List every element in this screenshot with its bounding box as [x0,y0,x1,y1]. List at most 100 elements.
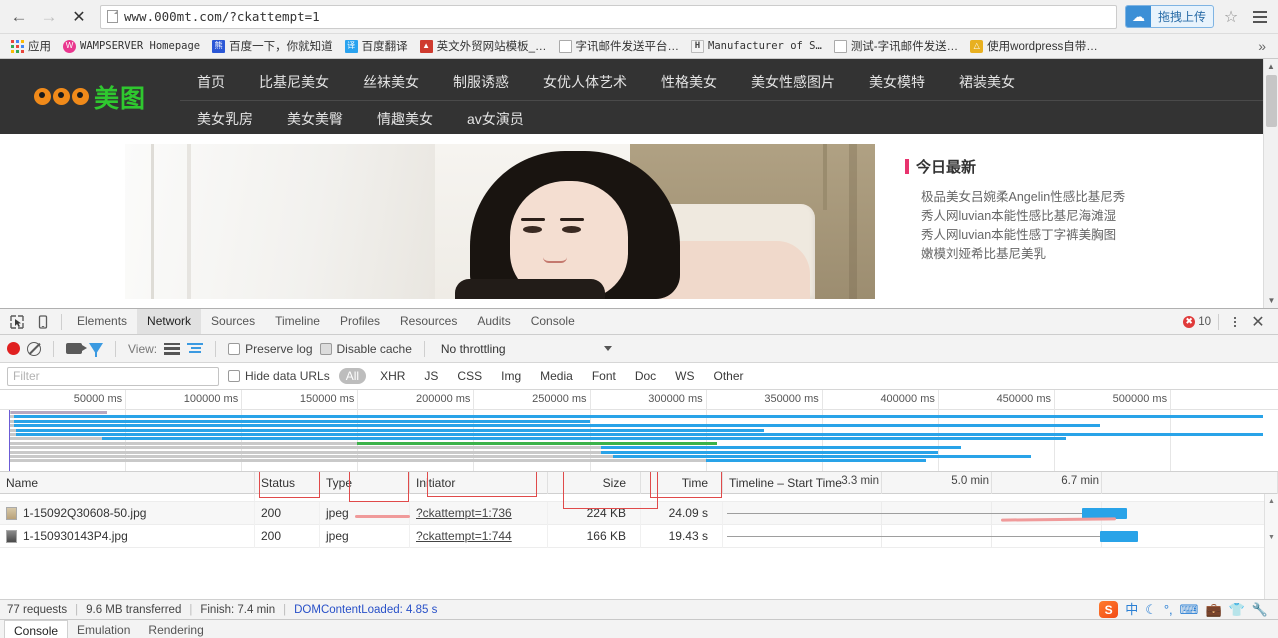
devtools-more-options-icon[interactable] [1226,316,1244,327]
record-button[interactable] [7,342,20,355]
moon-icon[interactable]: ☾ [1145,603,1157,616]
scroll-down-icon[interactable]: ▼ [1264,293,1278,308]
drawer-tab-console[interactable]: Console [4,619,69,638]
tab-console[interactable]: Console [521,309,585,334]
filter-type-font[interactable]: Font [587,368,621,384]
scroll-up-icon[interactable]: ▲ [1265,494,1278,508]
forward-button[interactable]: → [36,4,62,30]
sogou-logo-icon[interactable]: S [1099,601,1119,618]
table-row[interactable]: 1-15092Q30608-50.jpg 200 jpeg ?ckattempt… [0,501,1278,525]
hide-data-urls-checkbox[interactable]: Hide data URLs [228,369,330,383]
column-header-timeline[interactable]: Timeline – Start Time [723,472,1278,494]
inspect-element-icon[interactable] [4,310,30,334]
tab-audits[interactable]: Audits [467,309,520,334]
view-list-icon[interactable] [164,342,181,355]
filter-type-js[interactable]: JS [419,368,443,384]
request-name-cell[interactable]: 1-150930143P4.jpg [0,524,255,548]
bookmark-wampserver[interactable]: W WAMPSERVER Homepage [58,38,205,55]
site-logo[interactable]: 美图 [0,59,180,134]
disable-cache-checkbox[interactable]: Disable cache [319,342,412,356]
nav-item-sexy-photos[interactable]: 美女性感图片 [734,64,852,100]
bookmark-test-zixun-mail[interactable]: 测试-字讯邮件发送… [829,36,963,56]
list-item[interactable]: 嫩模刘娅希比基尼美乳 [905,241,1046,267]
table-scrollbar[interactable]: ▲ ▼ [1264,494,1278,599]
column-header-name[interactable]: Name [0,472,255,494]
filter-type-other[interactable]: Other [709,368,749,384]
close-devtools-icon[interactable]: ✕ [1246,312,1270,332]
address-bar[interactable]: www.000mt.com/?ckattempt=1 [100,4,1117,29]
device-toolbar-icon[interactable] [30,310,56,334]
scroll-down-icon[interactable]: ▼ [1265,530,1278,544]
chinese-mode-icon[interactable]: 中 [1125,603,1138,616]
filter-type-ws[interactable]: WS [670,368,699,384]
bookmarks-overflow-icon[interactable]: » [1252,38,1272,54]
column-header-time[interactable]: Time [641,472,723,494]
checkbox-box[interactable] [228,370,240,382]
bookmark-baidu[interactable]: 熊 百度一下，你就知道 [207,36,338,56]
hero-banner[interactable] [125,144,875,299]
nav-item-hips[interactable]: 美女美臀 [270,101,360,137]
filter-icon[interactable] [89,343,103,357]
preserve-log-checkbox[interactable]: Preserve log [228,342,313,356]
bookmark-zixun-mail-platform[interactable]: 字讯邮件发送平台… [554,36,685,56]
nav-item-personality[interactable]: 性格美女 [644,64,734,100]
nav-item-av-actress[interactable]: av女演员 [450,101,541,137]
table-row[interactable]: 1-150930143P4.jpg 200 jpeg ?ckattempt=1:… [0,524,1278,548]
filter-type-media[interactable]: Media [535,368,578,384]
bookmark-wordpress[interactable]: △ 使用wordpress自带… [965,36,1103,56]
initiator-link[interactable]: ?ckattempt=1:744 [416,529,512,543]
bookmark-apps[interactable]: 应用 [6,36,56,56]
checkbox-box[interactable] [228,342,241,355]
column-header-type[interactable]: Type [320,472,410,494]
nav-item-home[interactable]: 首页 [180,64,242,100]
nav-item-body-art[interactable]: 女优人体艺术 [526,64,644,100]
nav-item-fun[interactable]: 情趣美女 [360,101,450,137]
view-waterfall-icon[interactable] [187,342,204,355]
nav-item-skirts[interactable]: 裙装美女 [942,64,1032,100]
nav-item-stockings[interactable]: 丝袜美女 [346,64,436,100]
request-initiator[interactable]: ?ckattempt=1:736 [410,501,548,525]
filter-type-xhr[interactable]: XHR [375,368,410,384]
nav-item-uniform[interactable]: 制服诱惑 [436,64,526,100]
filter-input[interactable] [7,366,219,386]
back-button[interactable]: ← [6,4,32,30]
column-header-initiator[interactable]: Initiator [410,472,548,494]
punctuation-icon[interactable]: °, [1164,603,1173,616]
capture-screenshots-icon[interactable] [66,343,87,354]
checkbox-box[interactable] [319,342,332,355]
column-header-status[interactable]: Status [255,472,320,494]
skin-icon[interactable]: 👕 [1229,603,1245,616]
wrench-icon[interactable]: 🔧 [1252,603,1268,616]
nav-item-models[interactable]: 美女模特 [852,64,942,100]
bookmark-foreign-trade-template[interactable]: ▲ 英文外贸网站模板_… [415,36,552,56]
nav-item-chest[interactable]: 美女乳房 [180,101,270,137]
filter-type-all[interactable]: All [338,368,367,384]
network-overview-chart[interactable]: 50000 ms 100000 ms 150000 ms 200000 ms 25000… [0,390,1278,472]
clear-button[interactable] [27,341,41,356]
initiator-link[interactable]: ?ckattempt=1:736 [416,506,512,520]
drawer-tab-rendering[interactable]: Rendering [139,620,212,638]
tab-profiles[interactable]: Profiles [330,309,390,334]
filter-type-img[interactable]: Img [496,368,526,384]
request-initiator[interactable]: ?ckattempt=1:744 [410,524,548,548]
toolbox-icon[interactable]: 💼 [1205,603,1221,616]
drag-upload-extension-button[interactable]: ☁ 拖拽上传 [1124,5,1214,28]
scroll-up-icon[interactable]: ▲ [1264,59,1278,74]
filter-type-doc[interactable]: Doc [630,368,661,384]
chrome-menu-icon[interactable] [1248,4,1272,30]
throttling-select[interactable]: No throttling [437,342,612,356]
request-name-cell[interactable]: 1-15092Q30608-50.jpg [0,501,255,525]
page-scrollbar[interactable]: ▲ ▼ [1263,59,1278,308]
column-header-size[interactable]: Size [548,472,641,494]
error-count-badge[interactable]: ✖ 10 [1183,315,1211,328]
tab-network[interactable]: Network [137,309,202,334]
tab-sources[interactable]: Sources [201,309,265,334]
stop-loading-button[interactable]: ✕ [66,4,92,30]
scrollbar-thumb[interactable] [1266,75,1277,127]
bookmark-manufacturer[interactable]: H Manufacturer of S… [686,38,827,55]
nav-item-bikini[interactable]: 比基尼美女 [242,64,346,100]
tab-timeline[interactable]: Timeline [265,309,330,334]
drawer-tab-emulation[interactable]: Emulation [68,620,139,638]
bookmark-baidu-fanyi[interactable]: 译 百度翻译 [340,36,413,56]
bookmark-star-icon[interactable]: ☆ [1218,4,1244,30]
